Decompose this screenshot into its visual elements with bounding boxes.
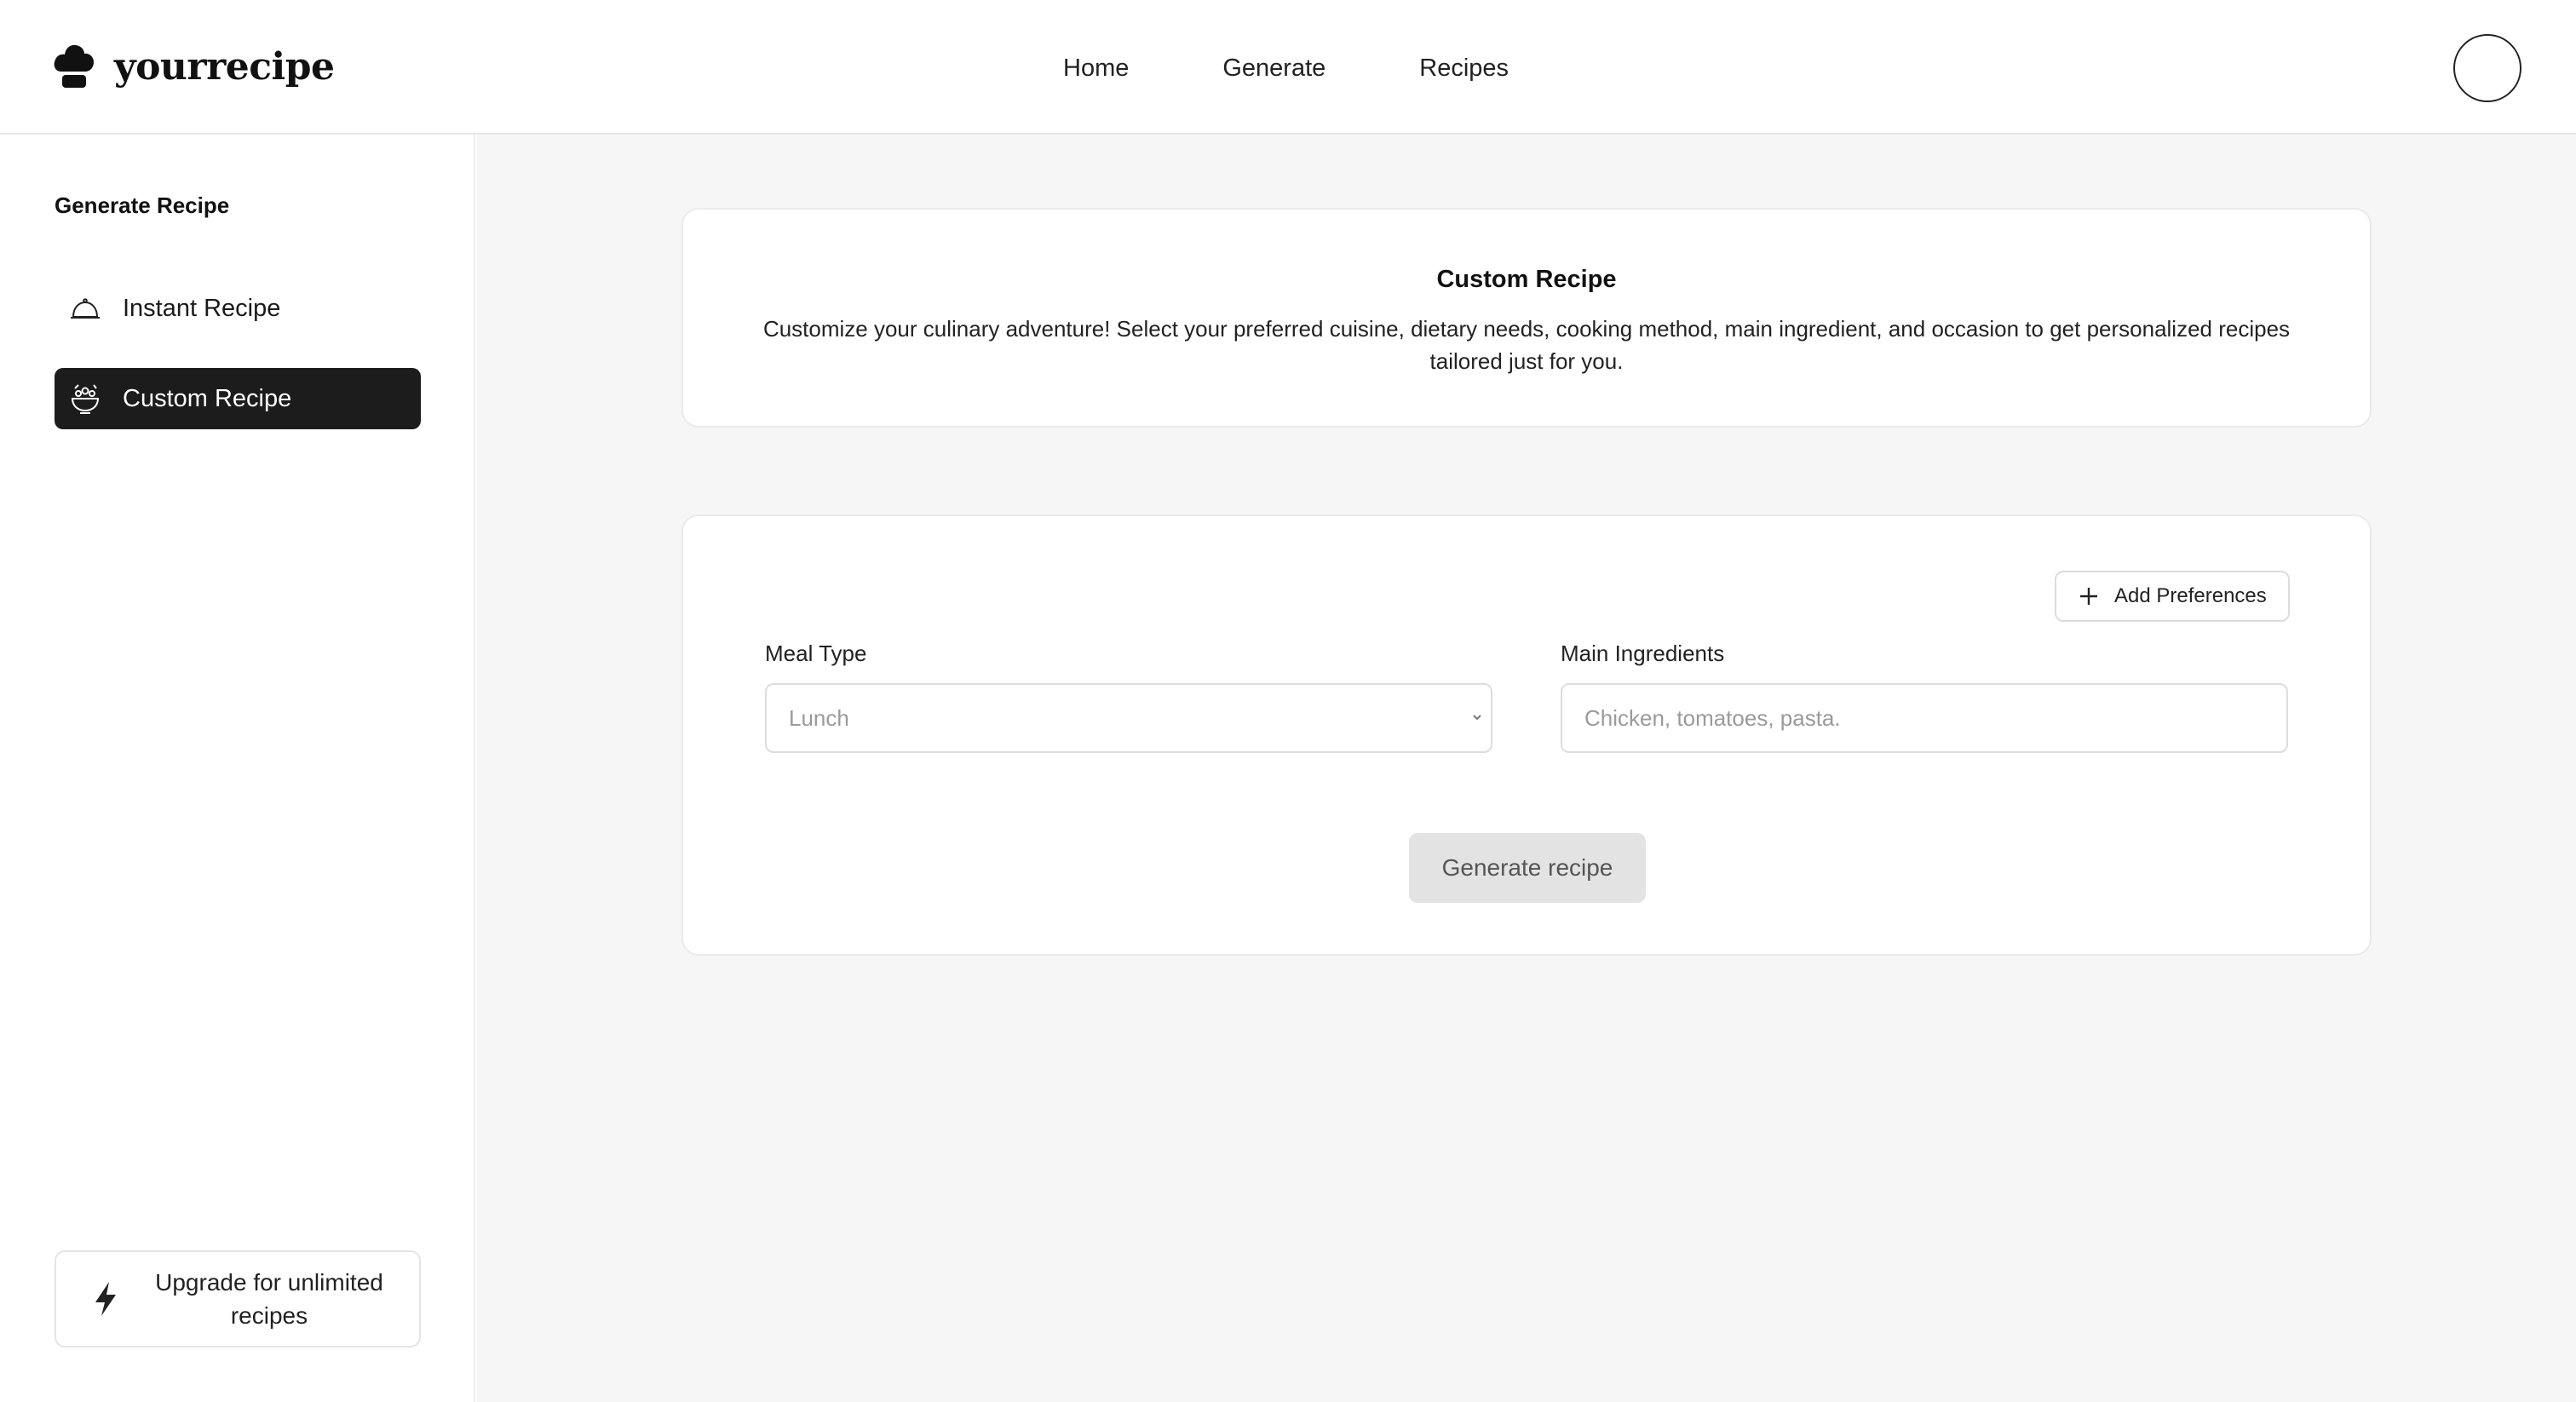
sidebar: Generate Recipe Instant Recipe Custom Re… [0,135,475,1402]
nav-generate[interactable]: Generate [1222,55,1325,83]
meal-type-value: Lunch [789,704,849,731]
page-title: Custom Recipe [1436,266,1617,293]
sidebar-title: Generate Recipe [55,192,230,218]
lightning-icon [95,1282,116,1316]
sidebar-item-label: Instant Recipe [123,294,281,322]
sidebar-item-instant-recipe[interactable]: Instant Recipe [55,278,421,339]
main-ingredients-placeholder: Chicken, tomatoes, pasta. [1584,704,1841,731]
recipe-form-card: Add Preferences Meal Type Lunch Main Ing… [681,514,2372,956]
page-description: Customize your culinary adventure! Selec… [762,316,2291,374]
avatar[interactable] [2453,34,2521,102]
chef-hat-icon [54,44,94,88]
upgrade-button[interactable]: Upgrade for unlimited recipes [55,1250,421,1347]
upgrade-label: Upgrade for unlimited recipes [155,1269,383,1329]
meal-type-label: Meal Type [765,641,867,666]
add-preferences-button[interactable]: Add Preferences [2055,571,2290,622]
sidebar-item-label: Custom Recipe [123,384,292,412]
add-preferences-label: Add Preferences [2114,584,2267,607]
main-nav: Home Generate Recipes [1063,49,1509,87]
logo-text: yourrecipe [114,44,335,89]
main-ingredients-input[interactable]: Chicken, tomatoes, pasta. [1561,683,2288,753]
logo[interactable]: yourrecipe [53,41,335,92]
nav-home[interactable]: Home [1063,55,1129,83]
main-ingredients-label: Main Ingredients [1561,641,1725,666]
intro-card: Custom Recipe Customize your culinary ad… [681,208,2372,428]
chevron-down-icon [1473,715,1481,721]
bowl-icon [66,380,104,417]
sidebar-item-custom-recipe[interactable]: Custom Recipe [55,368,421,429]
generate-recipe-button[interactable]: Generate recipe [1409,833,1646,903]
plus-icon [2080,588,2097,605]
meal-type-select[interactable]: Lunch [765,683,1492,753]
cloche-icon [66,290,104,327]
top-header: yourrecipe Home Generate Recipes [0,0,2576,135]
nav-recipes[interactable]: Recipes [1419,55,1509,83]
main-content: Custom Recipe Customize your culinary ad… [477,135,2576,1402]
